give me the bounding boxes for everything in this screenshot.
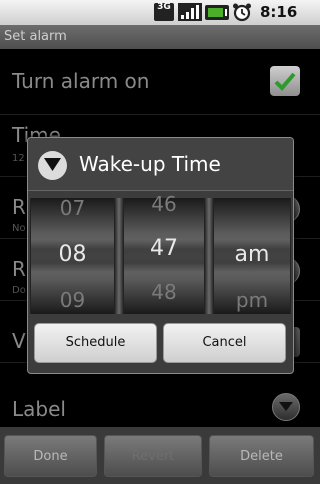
hour-wheel[interactable]: 07 08 09 [30,196,115,314]
chevron-down-icon [44,158,61,171]
ampm-wheel[interactable]: am pm [213,198,291,314]
cancel-button[interactable]: Cancel [163,323,286,363]
repeat-label: R [12,257,26,281]
minute-next: 48 [151,280,177,304]
wheel-divider [115,198,123,314]
3g-icon: 3G [154,3,174,21]
bottom-button-bar: Done Revert Delete [0,427,320,484]
label-dropdown[interactable] [272,393,300,421]
turn-alarm-on-checkbox[interactable] [270,66,300,96]
hour-prev: 07 [59,196,86,220]
network-type-text: 3G [157,2,171,12]
hour-next: 09 [59,288,86,312]
turn-alarm-on-label: Turn alarm on [12,69,150,93]
hour-current: 08 [58,242,87,267]
done-button[interactable]: Done [4,435,97,477]
label-label: Label [12,397,66,421]
dialog-header: Wake-up Time [28,138,293,191]
ringtone-label: R [12,195,26,219]
time-picker-dialog: Wake-up Time 07 08 09 46 47 48 am pm Sch… [27,137,294,374]
chevron-down-icon [279,402,293,411]
dialog-chevron-icon [38,151,67,180]
time-picker-wheels: 07 08 09 46 47 48 am pm [30,192,291,314]
repeat-summary: Do [12,285,26,296]
revert-button[interactable]: Revert [104,435,202,477]
ampm-current: am [234,242,270,267]
alarm-clock-icon [233,3,251,22]
page-title: Set alarm [0,25,320,49]
wheel-divider [205,198,213,314]
time-summary: 12 [12,153,25,164]
status-bar: 3G 8:16 PM [0,0,320,41]
vibrate-label: V [12,329,26,353]
delete-button[interactable]: Delete [209,435,314,477]
ringtone-summary: No [12,223,26,234]
ampm-next: pm [235,288,269,312]
dialog-title: Wake-up Time [79,152,221,176]
schedule-button[interactable]: Schedule [34,323,157,363]
minute-current: 47 [150,236,178,261]
signal-icon [178,3,202,21]
battery-icon [205,5,229,20]
list-item-turn-alarm-on[interactable]: Turn alarm on [0,49,320,115]
checkmark-icon [274,72,296,91]
minute-wheel[interactable]: 46 47 48 [123,192,205,314]
minute-prev: 46 [151,192,177,216]
